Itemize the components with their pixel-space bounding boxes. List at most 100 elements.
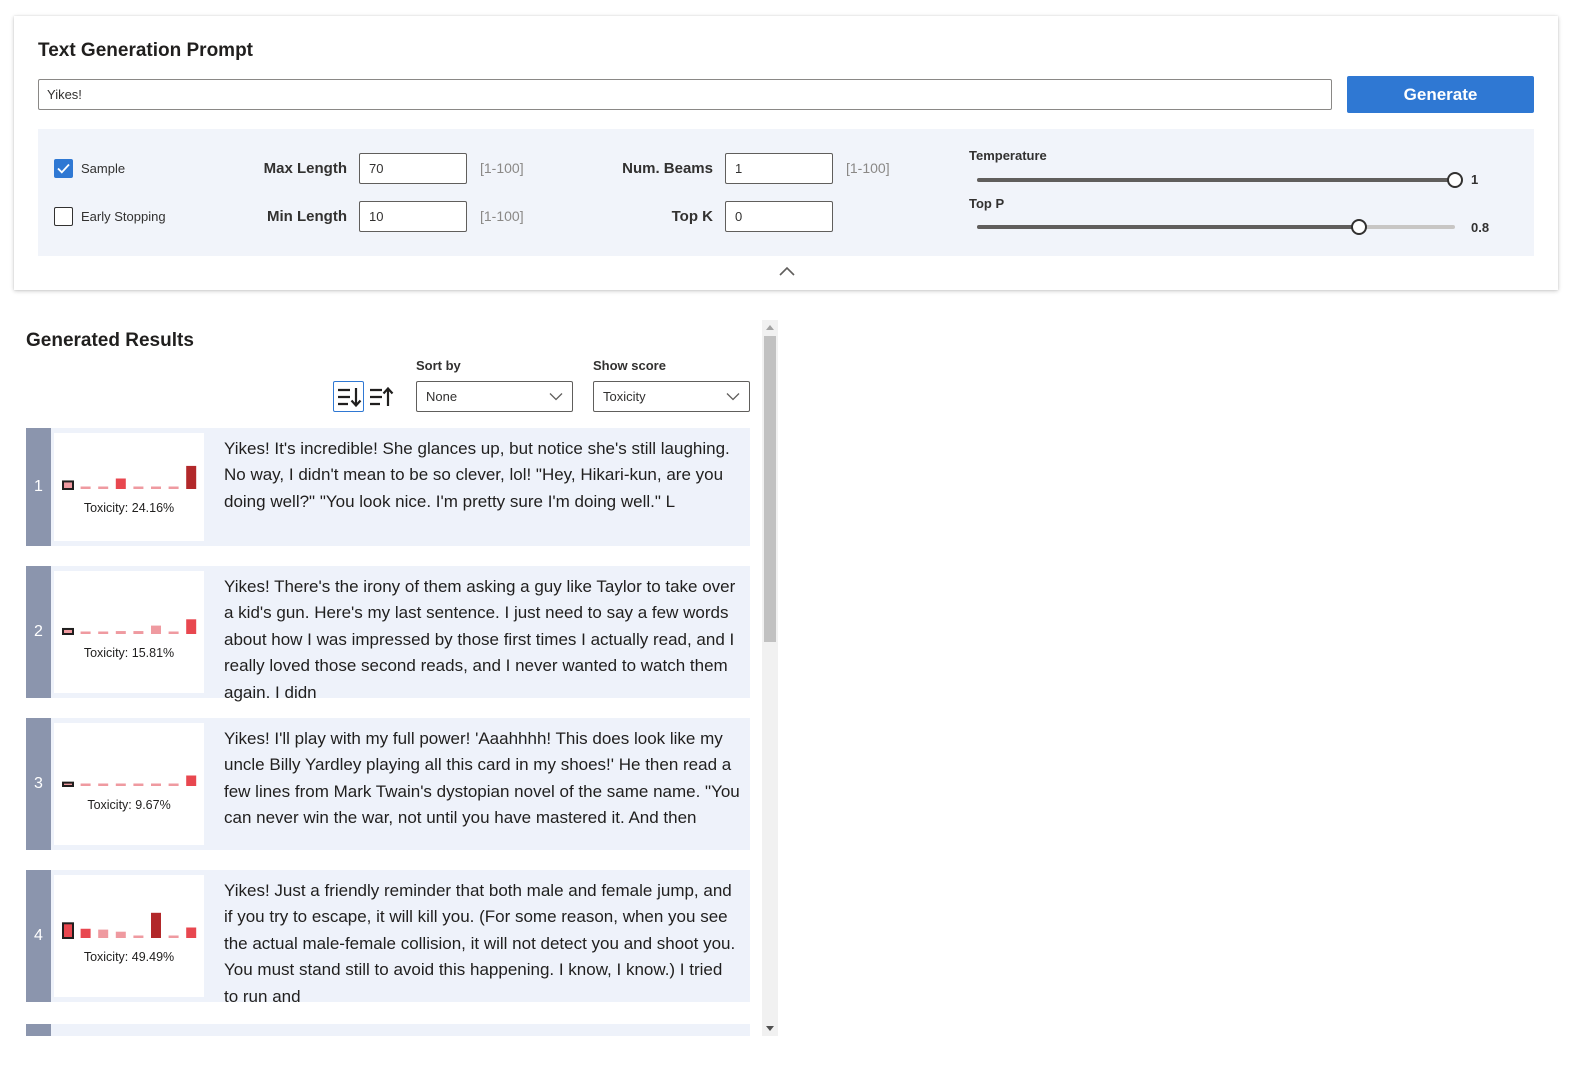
result-card[interactable]: 2 Toxicity: 15.81% Yikes! There's the iron… [26, 566, 750, 702]
score-label: Toxicity: 15.81% [83, 646, 175, 660]
early-stopping-option[interactable]: Early Stopping [54, 207, 166, 226]
show-score-value: Toxicity [603, 389, 646, 404]
prompt-card: Text Generation Prompt Generate Sample E… [14, 16, 1558, 290]
num-beams-range: [1-100] [846, 160, 890, 176]
chevron-up-icon[interactable] [777, 264, 797, 280]
score-bar [115, 783, 126, 786]
top-p-slider-fill [977, 225, 1360, 229]
score-bar [168, 935, 179, 938]
checkmark-icon [57, 163, 70, 174]
score-bar [151, 912, 161, 938]
score-bar [133, 935, 144, 938]
top-p-slider[interactable] [977, 219, 1455, 235]
top-k-input[interactable] [725, 201, 833, 232]
sample-option[interactable]: Sample [54, 159, 125, 178]
score-bar [62, 781, 74, 787]
prompt-title: Text Generation Prompt [38, 40, 254, 61]
scroll-up-arrow-icon[interactable] [766, 324, 774, 332]
score-bar [186, 619, 197, 634]
score-label: Toxicity: 9.67% [87, 798, 171, 812]
top-p-label: Top P [969, 196, 1005, 211]
num-beams-label: Num. Beams [622, 160, 713, 177]
result-text: Yikes! It's incredible! She glances up, … [224, 439, 730, 511]
result-index [26, 1024, 51, 1036]
sort-ascending-icon[interactable] [365, 381, 396, 412]
score-chart: Toxicity: 24.16% [54, 433, 204, 541]
result-text: Yikes! There's the irony of them asking … [224, 577, 736, 702]
score-bar [62, 480, 74, 490]
score-bar [80, 783, 91, 786]
score-bar [115, 631, 126, 634]
chevron-down-icon [726, 393, 740, 401]
score-bar [98, 929, 109, 938]
temperature-slider-fill [977, 178, 1455, 182]
sort-descending-icon[interactable] [333, 381, 364, 412]
result-text: Yikes! I'll play with my full power! 'Aa… [224, 729, 740, 828]
show-score-dropdown[interactable]: Toxicity [593, 381, 750, 412]
score-bar [151, 783, 161, 786]
score-bar [80, 631, 91, 634]
min-length-range: [1-100] [480, 208, 524, 224]
show-score-label: Show score [593, 358, 666, 373]
score-chart: Toxicity: 9.67% [54, 723, 204, 845]
result-text: Yikes! Just a friendly reminder that bot… [224, 881, 736, 1006]
sample-label: Sample [81, 161, 126, 176]
result-index: 1 [26, 428, 51, 546]
max-length-input[interactable] [359, 153, 467, 184]
score-bar [98, 486, 109, 489]
results-title: Generated Results [26, 330, 194, 351]
score-bar [80, 486, 91, 489]
results-list[interactable]: 1 Toxicity: 24.16% Yikes! It's incredible!… [26, 428, 750, 1036]
score-bar [98, 631, 109, 634]
sort-by-label: Sort by [416, 358, 461, 373]
top-k-label: Top K [671, 208, 713, 225]
result-card[interactable]: 1 Toxicity: 24.16% Yikes! It's incredible!… [26, 428, 750, 546]
early-stopping-label: Early Stopping [81, 209, 166, 224]
result-card[interactable]: 3 Toxicity: 9.67% Yikes! I'll play with my… [26, 718, 750, 850]
temperature-slider[interactable] [977, 172, 1463, 188]
score-bar [151, 625, 161, 634]
score-bar [151, 486, 161, 489]
score-bar [186, 465, 197, 489]
chevron-down-icon [549, 393, 563, 401]
prompt-input[interactable] [38, 79, 1332, 110]
result-index: 4 [26, 870, 51, 1002]
score-bar [133, 783, 144, 786]
sample-checkbox[interactable] [54, 159, 73, 178]
result-index: 3 [26, 718, 51, 850]
score-bars [62, 775, 197, 787]
result-card[interactable]: 4 Toxicity: 49.49% Yikes! Just a friendly … [26, 870, 750, 1006]
scrollbar-thumb[interactable] [764, 336, 776, 642]
temperature-slider-thumb[interactable] [1447, 172, 1463, 188]
generate-button[interactable]: Generate [1347, 76, 1534, 113]
min-length-label: Min Length [267, 208, 347, 225]
result-card[interactable] [26, 1024, 750, 1036]
early-stopping-checkbox[interactable] [54, 207, 73, 226]
score-bar [62, 922, 74, 939]
top-p-slider-thumb[interactable] [1351, 219, 1368, 235]
score-bars [62, 619, 197, 635]
top-p-value: 0.8 [1471, 220, 1490, 235]
sort-by-dropdown[interactable]: None [416, 381, 573, 412]
scroll-down-arrow-icon[interactable] [766, 1024, 774, 1032]
score-label: Toxicity: 24.16% [83, 501, 175, 515]
max-length-label: Max Length [263, 160, 347, 177]
score-bar [133, 631, 144, 634]
score-bar [168, 486, 179, 489]
score-bar [115, 931, 126, 938]
score-chart: Toxicity: 15.81% [54, 571, 204, 693]
options-panel: Sample Early Stopping Max Length [1-100]… [38, 129, 1534, 256]
results-scrollbar[interactable] [762, 320, 778, 1036]
score-bar [98, 783, 109, 786]
score-label: Toxicity: 49.49% [83, 950, 175, 964]
score-bar [186, 927, 197, 938]
score-bar [133, 486, 144, 489]
min-length-input[interactable] [359, 201, 467, 232]
score-chart: Toxicity: 49.49% [54, 875, 204, 997]
score-bar [168, 631, 179, 634]
num-beams-input[interactable] [725, 153, 833, 184]
score-bars [62, 912, 197, 939]
score-bar [62, 627, 74, 635]
temperature-value: 1 [1471, 172, 1479, 187]
sort-by-value: None [426, 389, 458, 404]
